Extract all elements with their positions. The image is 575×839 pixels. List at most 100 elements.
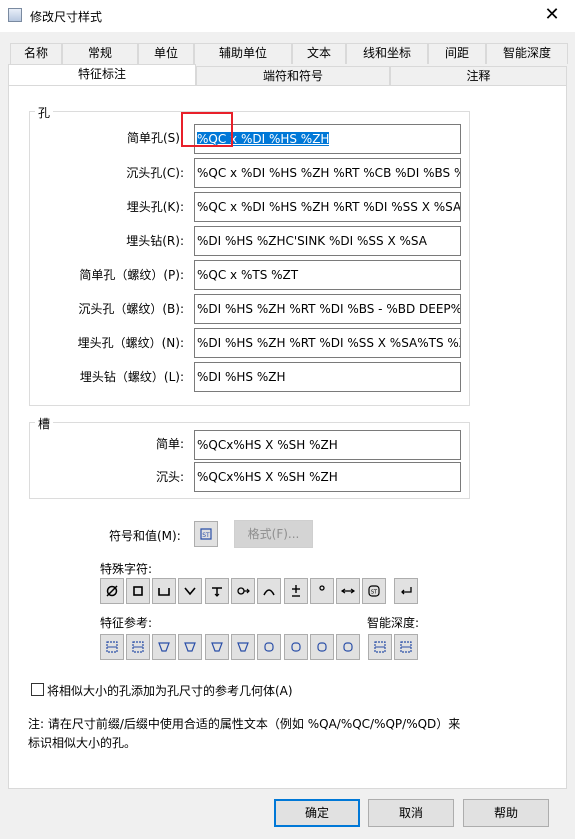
csink-ref-2-button[interactable] xyxy=(231,634,255,660)
csink-drill-tapped-label: 埋头钻（螺纹）(L): xyxy=(79,370,184,384)
symbol-library-button[interactable]: ST xyxy=(362,578,386,604)
tapped-hole-button[interactable] xyxy=(231,578,255,604)
tab-lines-ordinate[interactable]: 线和坐标 xyxy=(346,43,428,64)
slot-ref-2-button[interactable] xyxy=(284,634,308,660)
tab-text[interactable]: 文本 xyxy=(292,43,346,64)
slot-arrow-button[interactable] xyxy=(336,578,360,604)
note-line-2: 标识相似大小的孔。 xyxy=(28,736,137,750)
slot-ref-3-icon xyxy=(317,642,327,652)
slot-ref-3-button[interactable] xyxy=(310,634,334,660)
simple-tapped-label: 简单孔（螺纹）(P): xyxy=(79,268,184,282)
cbore-depth-ref-icon xyxy=(184,642,196,652)
hole-ref-2-button[interactable] xyxy=(126,634,150,660)
counterbore-button[interactable] xyxy=(152,578,176,604)
symbol-library-icon: ST xyxy=(368,585,380,597)
smart-depth-label: 智能深度: xyxy=(367,616,420,630)
tab-notes[interactable]: 注释 xyxy=(390,66,567,87)
countersink-button[interactable] xyxy=(178,578,202,604)
symbol-value-label: 符号和值(M): xyxy=(109,529,181,543)
tab-name[interactable]: 名称 xyxy=(10,43,62,64)
line-break-icon xyxy=(401,587,412,595)
csink-ref-2-icon xyxy=(237,642,249,652)
csink-drill-tapped-field[interactable]: %DI %HS %ZH xyxy=(194,362,461,392)
tab-spacing[interactable]: 间距 xyxy=(428,43,486,64)
arc-icon xyxy=(263,589,275,596)
csink-ref-icon xyxy=(211,642,223,652)
tab-terminators-symbols[interactable]: 端符和符号 xyxy=(196,66,390,87)
cbore-hole-label: 沉头孔(C): xyxy=(126,166,184,180)
tab-smart-depth[interactable]: 智能深度 xyxy=(486,43,568,64)
countersink-icon xyxy=(184,587,196,596)
csink-hole-field[interactable]: %QC x %DI %HS %ZH %RT %DI %SS X %SA xyxy=(194,192,461,222)
smart-depth-1-icon xyxy=(374,641,386,653)
tab-feature-dimension[interactable]: 特征标注 xyxy=(8,64,196,85)
tab-units[interactable]: 单位 xyxy=(138,43,194,64)
hole-ref-1-icon xyxy=(106,641,118,653)
cbore-tapped-label: 沉头孔（螺纹）(B): xyxy=(78,302,184,316)
depth-button[interactable] xyxy=(205,578,229,604)
window-title: 修改尺寸样式 xyxy=(30,10,103,24)
degree-icon xyxy=(319,585,325,591)
simple-hole-label: 简单孔(S): xyxy=(126,131,184,145)
csink-drill-label: 埋头钻(R): xyxy=(126,234,184,248)
depth-icon xyxy=(212,587,222,597)
simple-hole-field[interactable]: %QC x %DI %HS %ZH xyxy=(194,124,461,154)
slot-ref-4-icon xyxy=(343,642,353,652)
cbore-tapped-field[interactable]: %DI %HS %ZH %RT %DI %BS - %BD DEEP% xyxy=(194,294,461,324)
close-icon[interactable]: ✕ xyxy=(537,2,567,28)
csink-tapped-field[interactable]: %DI %HS %ZH %RT %DI %SS X %SA%TS %Z xyxy=(194,328,461,358)
note-line-1: 注: 请在尺寸前缀/后缀中使用合适的属性文本（例如 %QA/%QC/%QP/%Q… xyxy=(28,717,461,731)
app-icon xyxy=(8,8,22,22)
smart-depth-1-button[interactable] xyxy=(368,634,392,660)
symbol-library-icon: ST xyxy=(200,528,212,540)
slot-arrow-icon xyxy=(340,588,356,594)
help-button[interactable]: 帮助 xyxy=(463,799,549,827)
csink-tapped-label: 埋头孔（螺纹）(N): xyxy=(77,336,184,350)
tab-general[interactable]: 常规 xyxy=(62,43,138,64)
svg-text:ST: ST xyxy=(202,532,210,539)
slot-cbore-field[interactable]: %QCx%HS X %SH %ZH xyxy=(194,462,461,492)
cbore-hole-field[interactable]: %QC x %DI %HS %ZH %RT %CB %DI %BS % xyxy=(194,158,461,188)
smart-depth-2-icon xyxy=(400,641,412,653)
diameter-icon xyxy=(106,585,118,597)
csink-drill-field[interactable]: %DI %HS %ZHC'SINK %DI %SS X %SA xyxy=(194,226,461,256)
csink-ref-button[interactable] xyxy=(205,634,229,660)
arc-button[interactable] xyxy=(257,578,281,604)
plus-minus-icon xyxy=(292,585,300,597)
slot-simple-field[interactable]: %QCx%HS X %SH %ZH xyxy=(194,430,461,460)
hole-ref-2-icon xyxy=(132,641,144,653)
format-button[interactable]: 格式(F)... xyxy=(234,520,313,548)
similar-holes-checkbox[interactable] xyxy=(31,683,44,696)
csink-hole-label: 埋头孔(K): xyxy=(126,200,184,214)
cancel-button[interactable]: 取消 xyxy=(368,799,454,827)
slot-ref-4-button[interactable] xyxy=(336,634,360,660)
tapped-hole-icon xyxy=(237,587,250,595)
special-chars-label: 特殊字符: xyxy=(100,562,153,576)
square-icon xyxy=(133,586,143,596)
slot-group-title: 槽 xyxy=(35,415,54,432)
counterbore-icon xyxy=(158,588,170,596)
plus-minus-button[interactable] xyxy=(284,578,308,604)
tab-alt-units[interactable]: 辅助单位 xyxy=(194,43,292,64)
hole-ref-1-button[interactable] xyxy=(100,634,124,660)
simple-tapped-field[interactable]: %QC x %TS %ZT xyxy=(194,260,461,290)
slot-ref-1-icon xyxy=(264,642,274,652)
hole-group-title: 孔 xyxy=(35,104,54,121)
similar-holes-label: 将相似大小的孔添加为孔尺寸的参考几何体(A) xyxy=(47,684,293,698)
slot-cbore-label: 沉头: xyxy=(155,470,184,484)
slot-ref-2-icon xyxy=(291,642,301,652)
feature-ref-label: 特征参考: xyxy=(100,616,153,630)
square-button[interactable] xyxy=(126,578,150,604)
symbol-library-button[interactable]: ST xyxy=(194,521,218,547)
diameter-button[interactable] xyxy=(100,578,124,604)
line-break-button[interactable] xyxy=(394,578,418,604)
smart-depth-2-button[interactable] xyxy=(394,634,418,660)
degree-button[interactable] xyxy=(310,578,334,604)
title-bar: 修改尺寸样式 ✕ xyxy=(0,0,575,32)
cbore-ref-button[interactable] xyxy=(152,634,176,660)
slot-ref-1-button[interactable] xyxy=(257,634,281,660)
cbore-depth-ref-button[interactable] xyxy=(178,634,202,660)
cbore-ref-icon xyxy=(158,642,170,652)
svg-text:ST: ST xyxy=(371,590,378,596)
ok-button[interactable]: 确定 xyxy=(274,799,360,827)
